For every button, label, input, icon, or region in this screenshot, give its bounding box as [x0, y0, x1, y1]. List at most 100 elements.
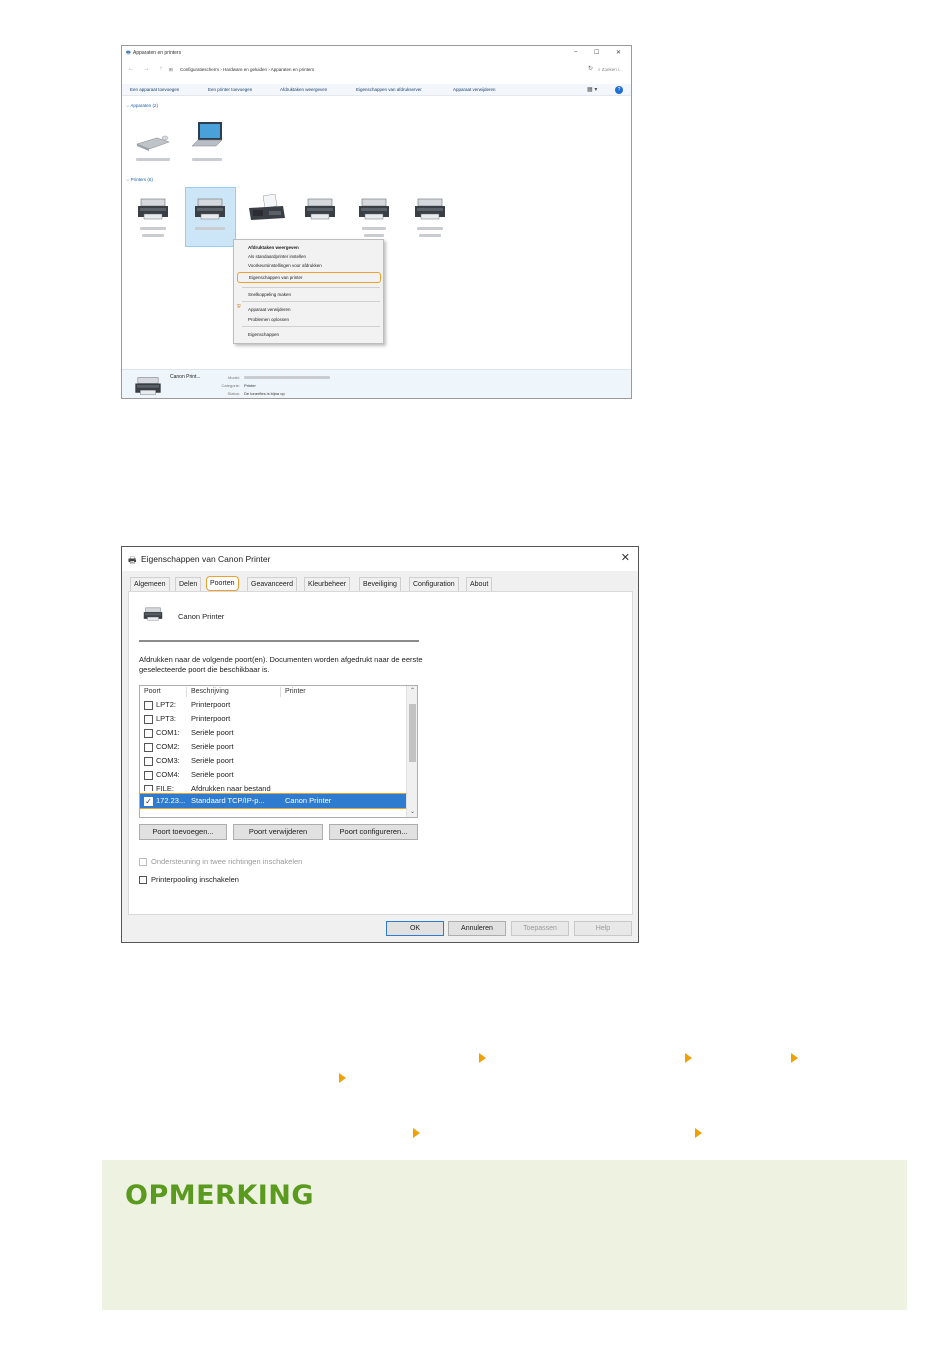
add-port-button[interactable]: Poort toevoegen... — [139, 824, 227, 840]
devices-section-header[interactable]: ⌵ Apparaten (2) — [126, 103, 158, 108]
scroll-thumb[interactable] — [409, 704, 416, 762]
device-label-blurred — [192, 158, 222, 162]
tab-configuration[interactable]: Configuration — [409, 577, 459, 591]
port-list-scrollbar[interactable]: ⌃ ⌄ — [406, 686, 417, 817]
menu-item-troubleshoot[interactable]: Problemen oplossen — [237, 315, 381, 324]
port-name: LPT3: — [156, 714, 177, 723]
port-checkbox[interactable] — [144, 757, 153, 766]
see-print-jobs-command[interactable]: Afdruktaken weergeven — [280, 87, 327, 92]
close-button[interactable]: ✕ — [616, 49, 621, 56]
device-mouse[interactable] — [132, 128, 174, 162]
ok-button[interactable]: OK — [386, 921, 444, 936]
menu-item-remove-device[interactable]: Apparaat verwijderen — [237, 305, 381, 314]
menu-item-set-default[interactable]: Als standaardprinter instellen — [237, 252, 381, 261]
menu-separator — [242, 287, 380, 288]
port-name: 172.23... — [156, 796, 186, 805]
menu-item-create-shortcut[interactable]: Snelkoppeling maken — [237, 290, 381, 299]
port-checkbox[interactable] — [144, 785, 153, 791]
ports-description: Afdrukken naar de volgende poort(en). Do… — [139, 655, 423, 674]
refresh-icon[interactable]: ↻ — [588, 65, 593, 72]
menu-separator — [242, 326, 380, 327]
printers-section-header[interactable]: ⌵ Printers (6) — [126, 177, 153, 182]
menu-item-printing-preferences[interactable]: Voorkeursinstellingen voor afdrukken — [237, 261, 381, 270]
port-list-header: Poort Beschrijving Printer — [140, 686, 408, 698]
port-checkbox[interactable] — [144, 743, 153, 752]
printer-item[interactable] — [132, 196, 174, 238]
menu-item-properties[interactable]: Eigenschappen — [237, 330, 381, 339]
detail-model-value-blurred — [244, 375, 330, 380]
port-row[interactable]: COM1: Seriële poort — [140, 726, 408, 740]
port-row[interactable]: LPT3: Printerpoort — [140, 712, 408, 726]
step-arrow-icon — [791, 1053, 798, 1063]
printer-item[interactable] — [352, 196, 396, 238]
address-bar[interactable]: ⊞ Configuratiescherm › Hardware en gelui… — [166, 65, 574, 75]
configure-port-button[interactable]: Poort configureren... — [329, 824, 418, 840]
tab-general[interactable]: Algemeen — [130, 577, 170, 591]
scroll-up-icon[interactable]: ⌃ — [407, 686, 417, 696]
cancel-button[interactable]: Annuleren — [448, 921, 506, 936]
printer-label-blurred — [195, 227, 225, 231]
port-checkbox[interactable] — [144, 771, 153, 780]
close-icon[interactable]: ✕ — [621, 551, 630, 564]
minimize-button[interactable]: – — [574, 49, 577, 55]
detail-status-label: Status: — [227, 391, 240, 396]
port-list[interactable]: Poort Beschrijving Printer LPT2: Printer… — [139, 685, 418, 818]
maximize-button[interactable]: ☐ — [594, 49, 599, 56]
help-button[interactable]: Help — [574, 921, 632, 936]
column-printer[interactable]: Printer — [285, 688, 306, 695]
navigation-arrows[interactable]: ← → ↑ — [128, 66, 166, 72]
port-row[interactable]: FILE: Afdrukken naar bestand — [140, 782, 408, 791]
tab-ports[interactable]: Poorten — [206, 576, 239, 591]
device-laptop[interactable] — [184, 120, 230, 162]
search-box[interactable]: ⌕ Zoeken i... — [596, 65, 630, 75]
bidirectional-support-checkbox[interactable]: Ondersteuning in twee richtingen inschak… — [139, 857, 302, 867]
port-row[interactable]: LPT2: Printerpoort — [140, 698, 408, 712]
column-description[interactable]: Beschrijving — [191, 688, 229, 695]
step-arrow-icon — [339, 1073, 346, 1083]
context-menu: Afdruktaken weergeven Als standaardprint… — [233, 239, 384, 344]
port-name: LPT2: — [156, 700, 177, 709]
port-description: Standaard TCP/IP-p... — [191, 796, 265, 805]
tab-about[interactable]: About — [466, 577, 493, 591]
port-row[interactable]: COM3: Seriële poort — [140, 754, 408, 768]
port-checkbox[interactable] — [144, 729, 153, 738]
dialog-title: Eigenschappen van Canon Printer — [141, 554, 271, 564]
port-checkbox[interactable] — [144, 701, 153, 710]
scroll-down-icon[interactable]: ⌄ — [407, 807, 417, 817]
checkbox-box — [139, 876, 147, 884]
port-row[interactable]: COM4: Seriële poort — [140, 768, 408, 782]
remove-device-command[interactable]: Apparaat verwijderen — [453, 87, 496, 92]
delete-port-button[interactable]: Poort verwijderen — [233, 824, 323, 840]
tab-color-management[interactable]: Kleurbeheer — [304, 577, 351, 591]
port-row-selected[interactable]: ✓ 172.23... Standaard TCP/IP-p... Canon … — [140, 793, 409, 809]
help-icon[interactable]: ? — [615, 86, 623, 94]
printer-item[interactable] — [298, 196, 342, 223]
port-description: Seriële poort — [191, 756, 234, 765]
column-port[interactable]: Poort — [144, 688, 161, 695]
printer-pooling-checkbox[interactable]: Printerpooling inschakelen — [139, 875, 239, 885]
add-printer-command[interactable]: Een printer toevoegen — [208, 87, 252, 92]
tab-sharing[interactable]: Delen — [175, 577, 202, 591]
tab-security[interactable]: Beveiliging — [359, 577, 401, 591]
menu-item-see-print-jobs[interactable]: Afdruktaken weergeven — [237, 243, 381, 252]
bidirectional-support-label: Ondersteuning in twee richtingen inschak… — [151, 857, 303, 866]
tab-advanced[interactable]: Geavanceerd — [247, 577, 298, 591]
printer-label-blurred — [364, 234, 384, 238]
ports-panel: Canon Printer Afdrukken naar de volgende… — [128, 591, 633, 915]
fax-item[interactable] — [244, 193, 290, 223]
port-checkbox-checked[interactable]: ✓ — [144, 797, 153, 806]
devices-and-printers-window: 🖶 Apparaten en printers – ☐ ✕ ← → ↑ ⊞ Co… — [121, 45, 632, 399]
printer-item[interactable] — [408, 196, 452, 238]
printer-item-selected[interactable] — [188, 196, 232, 231]
printer-icon — [138, 198, 168, 220]
print-server-properties-command[interactable]: Eigenschappen van afdrukserver — [356, 87, 422, 92]
view-options-icon[interactable]: ▦ ▾ — [587, 86, 597, 93]
step-arrow-icon — [685, 1053, 692, 1063]
menu-item-printer-properties[interactable]: Eigenschappen van printer — [237, 272, 381, 283]
port-checkbox[interactable] — [144, 715, 153, 724]
apply-button[interactable]: Toepassen — [511, 921, 569, 936]
port-row[interactable]: COM2: Seriële poort — [140, 740, 408, 754]
add-device-command[interactable]: Een apparaat toevoegen — [130, 87, 179, 92]
keyboard-icon — [136, 135, 170, 151]
printer-icon — [359, 198, 389, 220]
